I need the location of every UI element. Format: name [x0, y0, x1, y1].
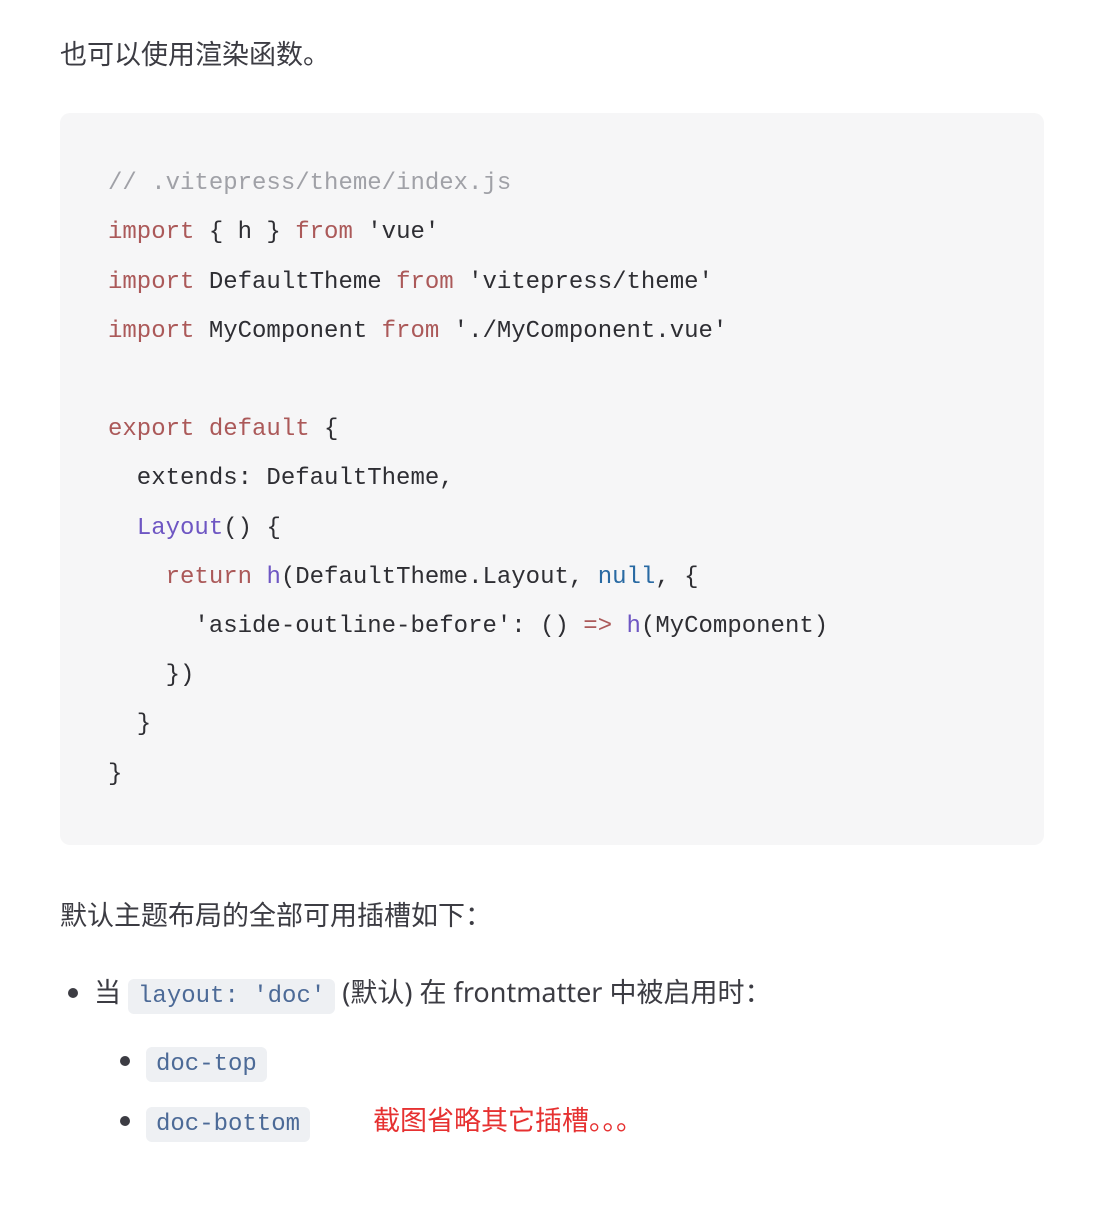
kw-from: from	[396, 269, 454, 296]
code-text: , {	[655, 564, 698, 591]
code-text: (DefaultTheme.Layout,	[281, 564, 598, 591]
code-text: {	[310, 416, 339, 443]
code-func-h: h	[266, 564, 280, 591]
code-text: (MyComponent)	[641, 613, 828, 640]
list-item: 当 layout: 'doc' (默认) 在 frontmatter 中被启用时…	[94, 968, 1044, 1146]
kw-from: from	[295, 219, 353, 246]
code-indent	[108, 564, 166, 591]
code-text: () {	[223, 515, 281, 542]
code-text: MyComponent	[194, 318, 381, 345]
kw-default: default	[194, 416, 309, 443]
outer-list: 当 layout: 'doc' (默认) 在 frontmatter 中被启用时…	[60, 968, 1044, 1146]
inline-code-slot: doc-bottom	[146, 1107, 310, 1142]
intro-paragraph: 也可以使用渲染函数。	[60, 30, 1044, 77]
code-text: : ()	[511, 613, 583, 640]
code-block: // .vitepress/theme/index.js import { h …	[60, 113, 1044, 844]
code-func-h: h	[627, 613, 641, 640]
code-sp	[252, 564, 266, 591]
kw-import: import	[108, 219, 194, 246]
code-text: })	[108, 662, 194, 689]
code-string: './MyComponent.vue'	[439, 318, 727, 345]
kw-return: return	[166, 564, 252, 591]
code-null: null	[598, 564, 656, 591]
kw-from: from	[382, 318, 440, 345]
code-string: 'vitepress/theme'	[454, 269, 713, 296]
inline-code-layout: layout: 'doc'	[128, 979, 335, 1014]
kw-import: import	[108, 318, 194, 345]
list-item: doc-top	[146, 1036, 1044, 1086]
code-string: 'vue'	[353, 219, 439, 246]
code-text: }	[108, 761, 122, 788]
code-comment: // .vitepress/theme/index.js	[108, 170, 511, 197]
code-arrow: =>	[583, 613, 612, 640]
code-string: 'aside-outline-before'	[194, 613, 511, 640]
annotation-note: 截图省略其它插槽。。。	[373, 1101, 643, 1138]
code-text: DefaultTheme	[194, 269, 396, 296]
code-text: extends: DefaultTheme,	[108, 465, 454, 492]
code-sp	[612, 613, 626, 640]
inner-list: doc-top doc-bottom 截图省略其它插槽。。。	[94, 1036, 1044, 1146]
code-text: { h }	[194, 219, 295, 246]
inline-code-slot: doc-top	[146, 1047, 267, 1082]
code-func: Layout	[137, 515, 223, 542]
slots-intro-paragraph: 默认主题布局的全部可用插槽如下：	[60, 891, 1044, 938]
code-indent	[108, 613, 194, 640]
list-text-suffix: (默认) 在 frontmatter 中被启用时：	[335, 973, 771, 1010]
kw-export: export	[108, 416, 194, 443]
kw-import: import	[108, 269, 194, 296]
list-item: doc-bottom 截图省略其它插槽。。。	[146, 1096, 1044, 1146]
list-text-prefix: 当	[94, 973, 128, 1010]
code-indent	[108, 515, 137, 542]
code-text: }	[108, 711, 151, 738]
